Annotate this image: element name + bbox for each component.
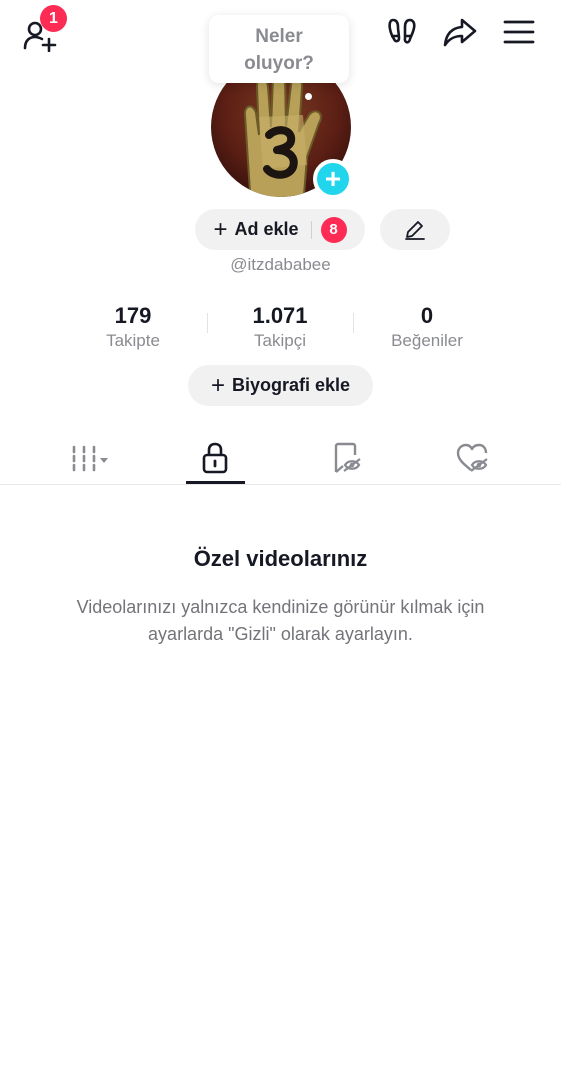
tab-videos[interactable]: [22, 430, 162, 485]
stat-label: Beğeniler: [391, 331, 463, 350]
active-tab-indicator: [186, 481, 245, 484]
add-bio-button[interactable]: + Biyografi ekle: [188, 365, 373, 406]
grid-icon: [72, 445, 108, 471]
tab-favorites[interactable]: [276, 430, 416, 485]
stat-following[interactable]: 179 Takipte: [58, 302, 208, 352]
add-bio-label: Biyografi ekle: [231, 375, 351, 395]
divider: [310, 220, 312, 239]
bubble-pointer: [305, 93, 312, 100]
stat-value: 0: [420, 303, 434, 328]
footprints-icon: [388, 18, 416, 44]
pencil-icon: [405, 220, 425, 240]
username: @itzdababee: [230, 255, 331, 274]
plus-icon: +: [324, 163, 342, 194]
menu-icon: [503, 20, 535, 44]
add-avatar-button[interactable]: +: [313, 159, 353, 199]
stat-value: 179: [114, 303, 152, 328]
whats-new-bubble[interactable]: Neler oluyor?: [209, 15, 349, 83]
edit-profile-button[interactable]: [380, 209, 450, 250]
empty-state-description: Videolarınızı yalnızca kendinize görünür…: [76, 597, 485, 644]
menu-button[interactable]: [502, 14, 538, 50]
tab-liked[interactable]: [403, 430, 543, 485]
add-name-label: Ad ekle: [234, 219, 299, 239]
share-button[interactable]: [442, 14, 478, 50]
tab-private[interactable]: [145, 430, 285, 485]
add-name-badge: 8: [320, 216, 347, 243]
stat-likes[interactable]: 0 Beğeniler: [352, 302, 502, 352]
add-name-button[interactable]: + Ad ekle 8: [195, 209, 365, 250]
stat-label: Takipte: [106, 331, 160, 350]
liked-hidden-icon: [456, 443, 488, 472]
notification-badge: 1: [40, 5, 67, 32]
favorites-hidden-icon: [334, 442, 361, 473]
plus-icon: +: [210, 371, 225, 399]
stat-value: 1.071: [252, 303, 308, 328]
bubble-text-line1: Neler: [255, 26, 303, 47]
stat-followers[interactable]: 1.071 Takipçi: [205, 302, 355, 352]
lock-icon: [202, 442, 228, 473]
stat-label: Takipçi: [254, 331, 306, 350]
empty-state-title: Özel videolarınız: [193, 546, 368, 571]
profile-views-button[interactable]: [385, 14, 421, 50]
bubble-text-line2: oluyor?: [244, 53, 314, 74]
plus-icon: +: [213, 215, 228, 243]
content-tabs: [0, 430, 561, 485]
share-icon: [443, 18, 477, 47]
